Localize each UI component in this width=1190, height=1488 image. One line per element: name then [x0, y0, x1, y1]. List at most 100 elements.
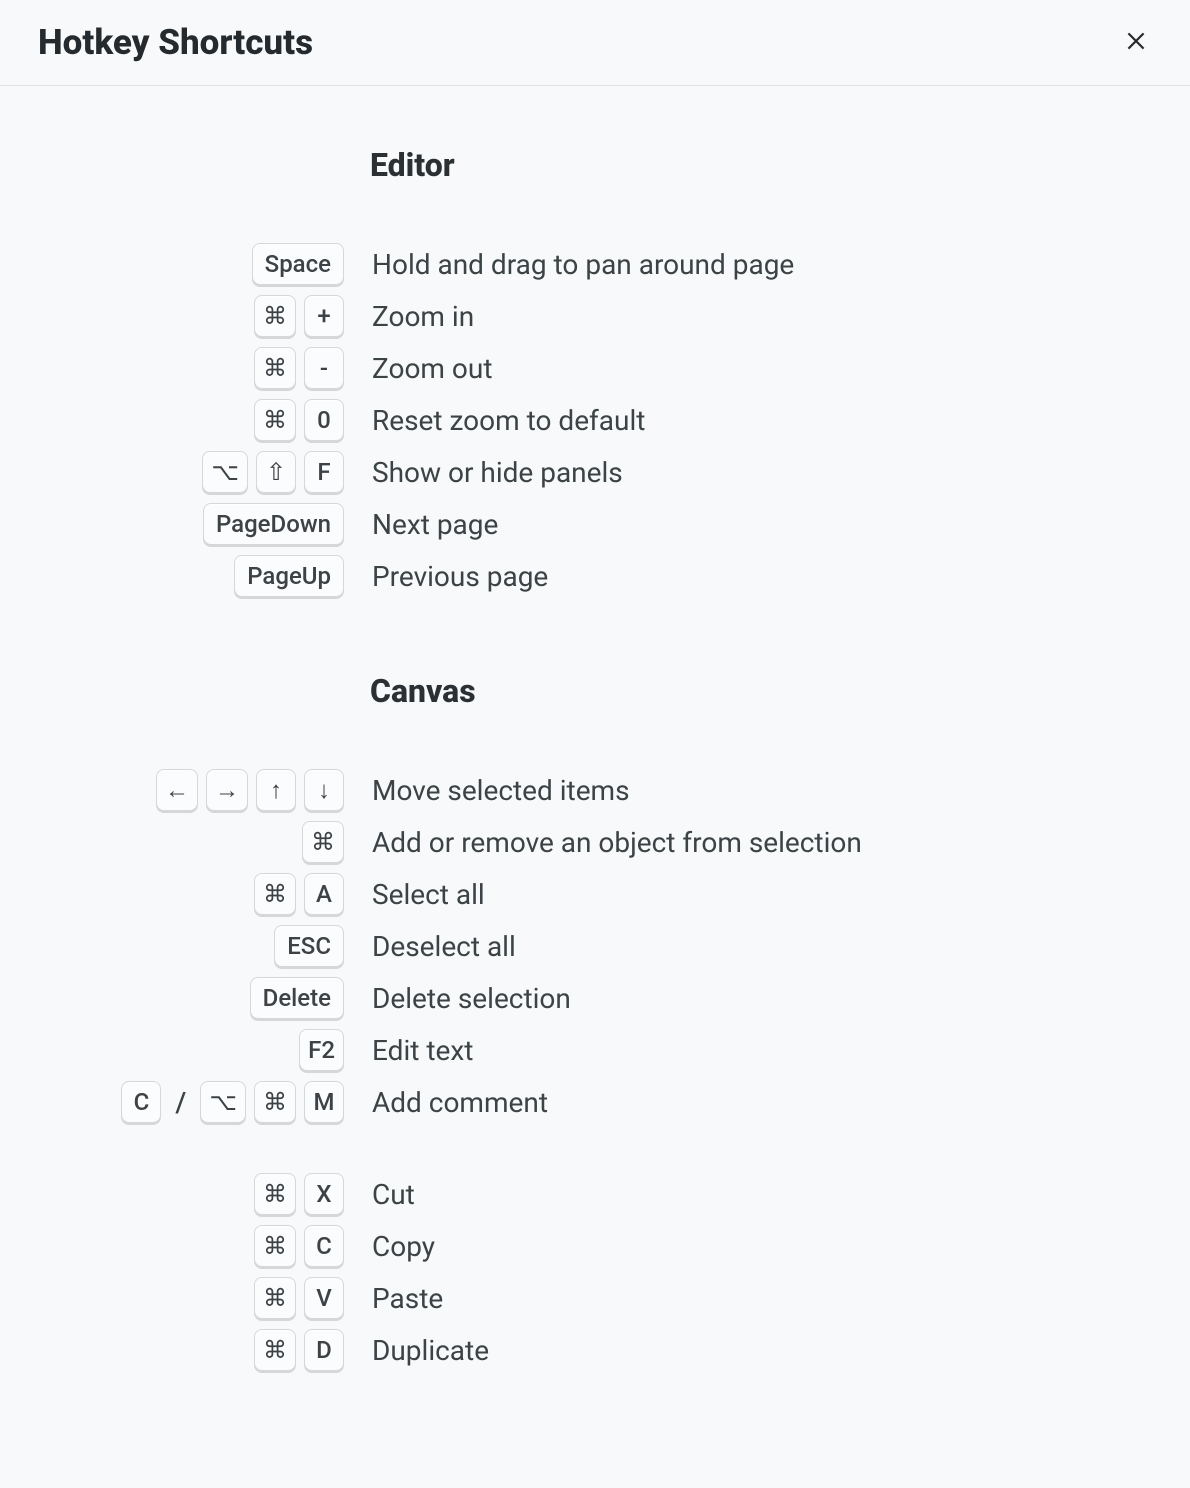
v-key: V: [304, 1277, 344, 1319]
shortcut-description: Move selected items: [350, 774, 630, 807]
d-key: D: [304, 1329, 344, 1371]
close-button[interactable]: [1120, 27, 1152, 59]
x-key: X: [304, 1173, 344, 1215]
--key: -: [304, 347, 344, 389]
shortcut-keys: ESC: [0, 925, 350, 967]
shortcut-row: PageDownNext page: [0, 498, 1190, 550]
command-key: ⌘: [254, 1277, 296, 1319]
command-key: ⌘: [302, 821, 344, 863]
shift-key: ⇧: [256, 451, 296, 493]
option-key: ⌥: [200, 1081, 246, 1123]
shortcut-row: ⌘VPaste: [0, 1272, 1190, 1324]
shortcut-keys: ⌘D: [0, 1329, 350, 1371]
command-key: ⌘: [254, 1225, 296, 1267]
shortcut-row: PageUpPrevious page: [0, 550, 1190, 602]
shortcut-description: Deselect all: [350, 930, 516, 963]
shortcut-description: Reset zoom to default: [350, 404, 645, 437]
close-icon: [1123, 28, 1149, 58]
shortcut-description: Next page: [350, 508, 498, 541]
shortcut-row: ⌘+Zoom in: [0, 290, 1190, 342]
shortcut-row: ⌘CCopy: [0, 1220, 1190, 1272]
shortcut-keys: Delete: [0, 977, 350, 1019]
delete-key: Delete: [250, 977, 344, 1019]
shortcut-row: ⌘0Reset zoom to default: [0, 394, 1190, 446]
m-key: M: [304, 1081, 344, 1123]
shortcut-row: ⌘XCut: [0, 1168, 1190, 1220]
option-key: ⌥: [202, 451, 248, 493]
dialog-header: Hotkey Shortcuts: [0, 0, 1190, 86]
shortcut-description: Add comment: [350, 1086, 548, 1119]
c-key: C: [304, 1225, 344, 1267]
arrow-left-key: ←: [156, 769, 198, 811]
shortcut-keys: ⌘A: [0, 873, 350, 915]
arrow-up-key: ↑: [256, 769, 296, 811]
esc-key: ESC: [274, 925, 344, 967]
+-key: +: [304, 295, 344, 337]
shortcut-description: Hold and drag to pan around page: [350, 248, 794, 281]
command-key: ⌘: [254, 1081, 296, 1123]
c-key: C: [121, 1081, 161, 1123]
shortcut-description: Delete selection: [350, 982, 571, 1015]
section-editor: Editor SpaceHold and drag to pan around p…: [0, 146, 1190, 602]
arrow-down-key: ↓: [304, 769, 344, 811]
row-spacer: [0, 1128, 1190, 1168]
dialog-title: Hotkey Shortcuts: [38, 22, 313, 63]
command-key: ⌘: [254, 399, 296, 441]
combo-separator: /: [169, 1086, 192, 1119]
shortcut-keys: C/⌥⌘M: [0, 1081, 350, 1123]
shortcut-description: Zoom in: [350, 300, 474, 333]
shortcut-row: ⌥⇧FShow or hide panels: [0, 446, 1190, 498]
pagedown-key: PageDown: [203, 503, 344, 545]
shortcut-description: Cut: [350, 1178, 415, 1211]
shortcut-description: Previous page: [350, 560, 548, 593]
shortcut-keys: ⌘+: [0, 295, 350, 337]
command-key: ⌘: [254, 347, 296, 389]
f-key: F: [304, 451, 344, 493]
command-key: ⌘: [254, 873, 296, 915]
shortcut-keys: PageUp: [0, 555, 350, 597]
shortcut-keys: PageDown: [0, 503, 350, 545]
shortcut-keys: ⌘V: [0, 1277, 350, 1319]
shortcuts-dialog: Hotkey Shortcuts Editor SpaceHold and dra…: [0, 0, 1190, 1488]
shortcut-row: ⌘-Zoom out: [0, 342, 1190, 394]
shortcut-row: C/⌥⌘MAdd comment: [0, 1076, 1190, 1128]
shortcut-description: Select all: [350, 878, 485, 911]
shortcut-row: SpaceHold and drag to pan around page: [0, 238, 1190, 290]
space-key: Space: [252, 243, 344, 285]
shortcut-row: ⌘ASelect all: [0, 868, 1190, 920]
dialog-body: Editor SpaceHold and drag to pan around p…: [0, 86, 1190, 1486]
shortcut-row: ESCDeselect all: [0, 920, 1190, 972]
shortcut-description: Paste: [350, 1282, 443, 1315]
shortcut-row: F2Edit text: [0, 1024, 1190, 1076]
shortcut-keys: F2: [0, 1029, 350, 1071]
shortcut-description: Add or remove an object from selection: [350, 826, 862, 859]
0-key: 0: [304, 399, 344, 441]
shortcut-keys: ⌘0: [0, 399, 350, 441]
section-title: Editor: [370, 146, 1190, 184]
command-key: ⌘: [254, 1329, 296, 1371]
shortcut-row: ⌘Add or remove an object from selection: [0, 816, 1190, 868]
shortcut-keys: ←→↑↓: [0, 769, 350, 811]
shortcut-keys: ⌘: [0, 821, 350, 863]
shortcut-description: Show or hide panels: [350, 456, 623, 489]
shortcut-row: ←→↑↓Move selected items: [0, 764, 1190, 816]
shortcut-description: Copy: [350, 1230, 435, 1263]
section-canvas: Canvas←→↑↓Move selected items⌘Add or rem…: [0, 672, 1190, 1376]
shortcut-keys: ⌘-: [0, 347, 350, 389]
arrow-right-key: →: [206, 769, 248, 811]
shortcut-row: DeleteDelete selection: [0, 972, 1190, 1024]
command-key: ⌘: [254, 1173, 296, 1215]
shortcut-row: ⌘DDuplicate: [0, 1324, 1190, 1376]
shortcut-description: Edit text: [350, 1034, 473, 1067]
section-title: Canvas: [370, 672, 1190, 710]
shortcut-keys: ⌥⇧F: [0, 451, 350, 493]
command-key: ⌘: [254, 295, 296, 337]
a-key: A: [304, 873, 344, 915]
shortcut-keys: Space: [0, 243, 350, 285]
pageup-key: PageUp: [234, 555, 344, 597]
shortcut-keys: ⌘C: [0, 1225, 350, 1267]
shortcut-keys: ⌘X: [0, 1173, 350, 1215]
shortcut-description: Duplicate: [350, 1334, 489, 1367]
shortcut-description: Zoom out: [350, 352, 493, 385]
f2-key: F2: [299, 1029, 344, 1071]
